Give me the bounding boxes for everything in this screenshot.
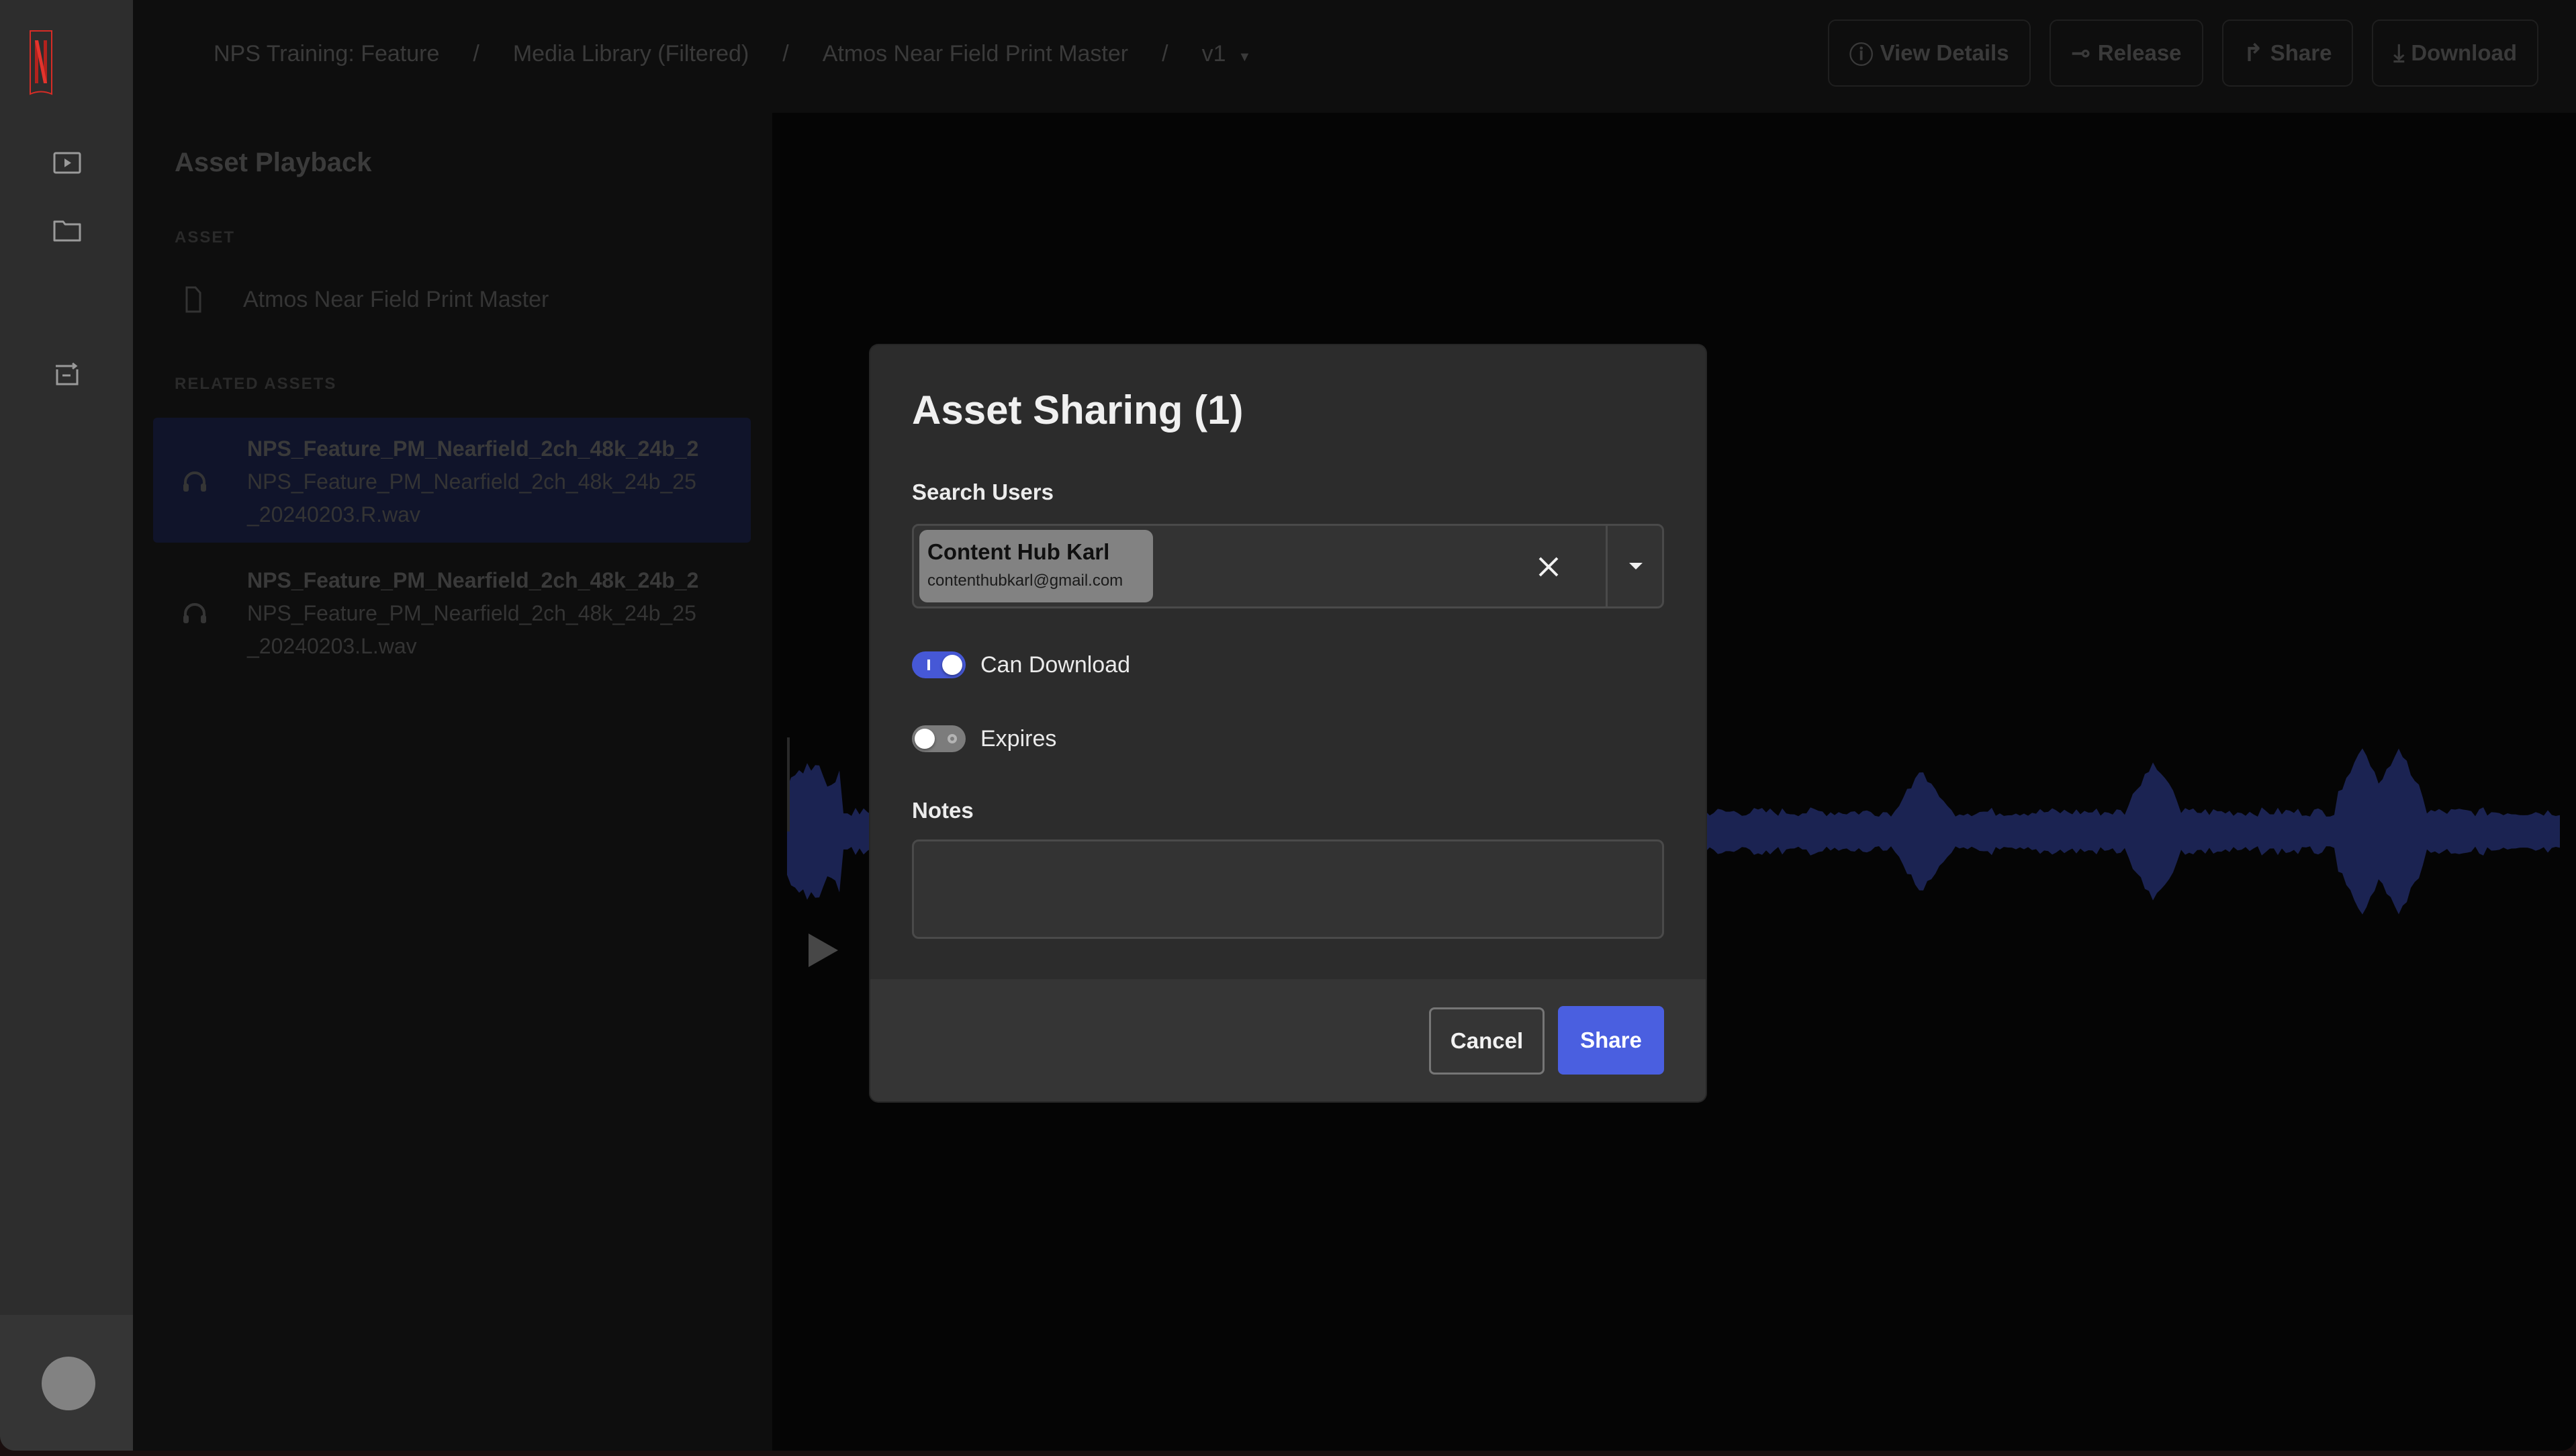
- playback-icon[interactable]: [53, 152, 81, 175]
- related-asset-title: NPS_Feature_PM_Nearfield_2ch_48k_24b_2: [247, 437, 699, 461]
- asset-item[interactable]: Atmos Near Field Print Master: [175, 279, 549, 320]
- download-label: Download: [2411, 40, 2517, 65]
- share-submit-button[interactable]: Share: [1558, 1006, 1664, 1075]
- breadcrumb: NPS Training: Feature / Media Library (F…: [214, 0, 1251, 107]
- header-actions: ⓘ View Details ⊸ Release ↱ Share ⤓ Downl…: [1827, 19, 2538, 87]
- can-download-label: Can Download: [980, 651, 1131, 678]
- release-button[interactable]: ⊸ Release: [2049, 19, 2203, 87]
- toggle-off-mark-icon: [948, 734, 957, 743]
- breadcrumb-separator: /: [473, 40, 479, 66]
- expires-toggle[interactable]: [912, 725, 966, 752]
- download-button[interactable]: ⤓ Download: [2372, 19, 2538, 87]
- breadcrumb-project[interactable]: NPS Training: Feature: [214, 41, 439, 67]
- related-asset-filename-suffix: _20240203.L.wav: [247, 634, 417, 658]
- asset-section-label: ASSET: [175, 228, 236, 246]
- release-label: Release: [2097, 40, 2182, 65]
- headphones-icon: [183, 603, 206, 623]
- toggle-knob: [915, 729, 935, 749]
- archive-transfer-icon[interactable]: [53, 362, 81, 385]
- selected-user-chip[interactable]: Content Hub Karl contenthubkarl@gmail.co…: [919, 530, 1153, 602]
- download-icon: ⤓: [2393, 38, 2405, 66]
- panel-title: Asset Playback: [175, 148, 372, 177]
- search-users-label: Search Users: [912, 480, 1054, 504]
- user-chip-name: Content Hub Karl: [927, 539, 1110, 564]
- breadcrumb-asset[interactable]: Atmos Near Field Print Master: [823, 41, 1128, 67]
- version-selector[interactable]: v1 ▼: [1202, 41, 1252, 67]
- top-header: NPS Training: Feature / Media Library (F…: [133, 0, 2576, 113]
- asset-sharing-dialog: Asset Sharing (1) Search Users Content H…: [870, 345, 1706, 1101]
- info-icon: ⓘ: [1849, 41, 1874, 69]
- related-asset-item[interactable]: NPS_Feature_PM_Nearfield_2ch_48k_24b_2 N…: [153, 418, 751, 543]
- headphones-icon: [183, 471, 206, 492]
- share-label: Share: [2270, 40, 2332, 65]
- share-icon: ↱: [2243, 39, 2264, 66]
- breadcrumb-media-library[interactable]: Media Library (Filtered): [513, 41, 749, 67]
- asset-panel: Asset Playback ASSET Atmos Near Field Pr…: [133, 113, 772, 1451]
- playhead-marker[interactable]: [787, 737, 790, 831]
- cancel-button[interactable]: Cancel: [1429, 1007, 1545, 1075]
- user-avatar[interactable]: [42, 1357, 95, 1410]
- notes-label: Notes: [912, 798, 974, 823]
- file-icon: [185, 286, 201, 313]
- expires-toggle-row[interactable]: Expires: [912, 724, 1056, 754]
- sidebar-footer: [0, 1315, 133, 1451]
- app-window: NPS Training: Feature / Media Library (F…: [0, 0, 2576, 1451]
- related-asset-filename-suffix: _20240203.R.wav: [247, 502, 420, 527]
- toggle-on-mark-icon: [927, 659, 930, 670]
- dialog-title: Asset Sharing (1): [912, 388, 1244, 433]
- breadcrumb-separator: /: [782, 40, 789, 66]
- chevron-down-icon: [1629, 563, 1643, 570]
- share-button[interactable]: ↱ Share: [2221, 19, 2354, 87]
- related-asset-filename: NPS_Feature_PM_Nearfield_2ch_48k_24b_25: [247, 469, 696, 494]
- related-asset-item[interactable]: NPS_Feature_PM_Nearfield_2ch_48k_24b_2 N…: [153, 549, 751, 674]
- view-details-button[interactable]: ⓘ View Details: [1827, 19, 2031, 87]
- user-chip-email: contenthubkarl@gmail.com: [927, 572, 1123, 590]
- expires-label: Expires: [980, 725, 1057, 752]
- can-download-toggle[interactable]: [912, 651, 966, 678]
- release-icon: ⊸: [2070, 39, 2091, 66]
- asset-name: Atmos Near Field Print Master: [243, 286, 549, 312]
- view-details-label: View Details: [1880, 40, 2009, 65]
- related-section-label: RELATED ASSETS: [175, 375, 337, 393]
- sidebar: [0, 0, 133, 1451]
- search-users-input[interactable]: Content Hub Karl contenthubkarl@gmail.co…: [912, 524, 1664, 608]
- folder-icon[interactable]: [53, 219, 81, 242]
- dropdown-toggle[interactable]: [1608, 526, 1664, 606]
- related-asset-title: NPS_Feature_PM_Nearfield_2ch_48k_24b_2: [247, 568, 699, 592]
- toggle-knob: [942, 655, 962, 675]
- can-download-toggle-row[interactable]: Can Download: [912, 650, 1130, 680]
- version-label: v1: [1201, 40, 1226, 66]
- breadcrumb-separator: /: [1162, 40, 1168, 66]
- notes-textarea[interactable]: [912, 839, 1664, 939]
- chevron-down-icon: ▼: [1238, 49, 1252, 64]
- play-icon[interactable]: [807, 932, 839, 968]
- netflix-logo[interactable]: [30, 30, 52, 95]
- clear-selection-icon[interactable]: [1532, 550, 1565, 584]
- related-asset-filename: NPS_Feature_PM_Nearfield_2ch_48k_24b_25: [247, 601, 696, 625]
- dialog-footer: Cancel Share: [870, 979, 1706, 1101]
